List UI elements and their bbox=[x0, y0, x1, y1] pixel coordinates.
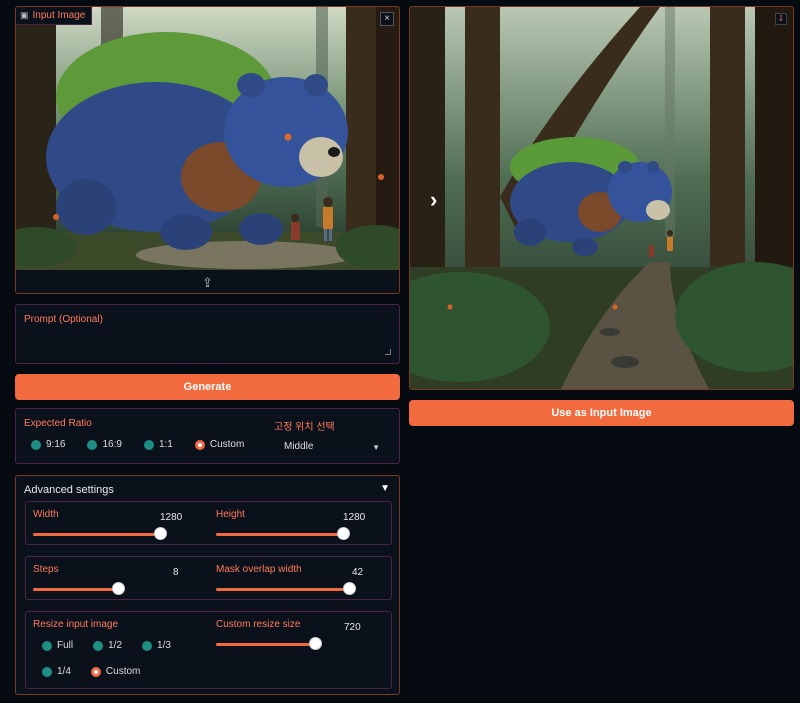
position-label: 고정 위치 선택 bbox=[274, 422, 335, 433]
width-label: Width bbox=[33, 509, 59, 520]
radio-icon bbox=[87, 439, 98, 450]
ratio-options: 9:16 16:9 1:1 Custom bbox=[31, 439, 244, 450]
prompt-input[interactable] bbox=[24, 329, 387, 355]
resize-input-label: Resize input image bbox=[33, 619, 119, 630]
custom-resize-label: Custom resize size bbox=[216, 619, 301, 630]
input-image-panel[interactable]: ▣ Input Image × ⇪ bbox=[15, 6, 400, 294]
chevron-down-icon: ▼ bbox=[372, 443, 380, 452]
prompt-panel[interactable]: Prompt (Optional) bbox=[15, 304, 400, 364]
steps-value: 8 bbox=[173, 567, 179, 578]
steps-label: Steps bbox=[33, 564, 59, 575]
position-select[interactable]: Middle ▼ bbox=[274, 437, 384, 455]
custom-resize-slider[interactable] bbox=[216, 643, 316, 646]
height-label: Height bbox=[216, 509, 245, 520]
upload-icon: ⇪ bbox=[202, 274, 213, 290]
advanced-settings-panel: Advanced settings ▼ Width 1280 Height 12… bbox=[15, 475, 400, 695]
resize-option-third[interactable]: 1/3 bbox=[142, 640, 171, 651]
radio-icon bbox=[143, 439, 154, 450]
width-slider[interactable] bbox=[33, 533, 163, 536]
use-as-input-button[interactable]: Use as Input Image bbox=[409, 400, 794, 426]
ratio-option-9-16[interactable]: 9:16 bbox=[31, 439, 65, 450]
ratio-label: Expected Ratio bbox=[24, 418, 92, 429]
radio-icon bbox=[42, 640, 52, 651]
resize-handle[interactable] bbox=[385, 349, 391, 355]
steps-group: Steps 8 Mask overlap width 42 bbox=[25, 556, 392, 600]
mask-overlap-label: Mask overlap width bbox=[216, 564, 302, 575]
size-group: Width 1280 Height 1280 bbox=[25, 501, 392, 545]
resize-option-full[interactable]: Full bbox=[42, 640, 73, 651]
collapse-triangle-icon[interactable]: ▼ bbox=[380, 483, 390, 494]
resize-group: Resize input image Full 1/2 1/3 1/4 Cust… bbox=[25, 611, 392, 689]
steps-slider-thumb[interactable] bbox=[111, 582, 125, 595]
output-image bbox=[410, 7, 793, 389]
ratio-option-1-1[interactable]: 1:1 bbox=[143, 439, 173, 450]
mask-overlap-slider-thumb[interactable] bbox=[343, 582, 357, 595]
input-image bbox=[16, 7, 399, 270]
upload-button[interactable]: ⇪ bbox=[16, 270, 399, 293]
custom-resize-value: 720 bbox=[344, 622, 361, 633]
height-value: 1280 bbox=[343, 512, 366, 523]
resize-option-custom[interactable]: Custom bbox=[90, 666, 140, 677]
ratio-option-custom[interactable]: Custom bbox=[194, 439, 244, 450]
ratio-option-16-9[interactable]: 16:9 bbox=[87, 439, 122, 450]
mask-overlap-slider[interactable] bbox=[216, 588, 352, 591]
resize-option-half[interactable]: 1/2 bbox=[93, 640, 122, 651]
resize-option-quarter[interactable]: 1/4 bbox=[42, 666, 71, 677]
radio-icon bbox=[42, 666, 52, 677]
output-image-panel: ⇩ › bbox=[409, 6, 794, 390]
steps-slider[interactable] bbox=[33, 588, 117, 591]
resize-options-row-2: 1/4 Custom bbox=[42, 666, 140, 677]
radio-icon bbox=[93, 640, 104, 651]
radio-icon bbox=[31, 439, 41, 450]
width-slider-thumb[interactable] bbox=[154, 527, 168, 540]
mask-overlap-value: 42 bbox=[352, 567, 364, 578]
ratio-panel: Expected Ratio 9:16 16:9 1:1 Custom 고정 위… bbox=[15, 408, 400, 464]
height-slider-thumb[interactable] bbox=[337, 527, 351, 540]
generate-button[interactable]: Generate bbox=[15, 374, 400, 400]
radio-selected-icon bbox=[194, 439, 205, 450]
custom-resize-slider-thumb[interactable] bbox=[309, 637, 323, 650]
radio-selected-icon bbox=[90, 666, 101, 677]
advanced-settings-title[interactable]: Advanced settings bbox=[24, 484, 114, 496]
image-icon: ▣ bbox=[20, 10, 29, 20]
close-icon[interactable]: × bbox=[380, 12, 394, 26]
chevron-right-icon[interactable]: › bbox=[430, 187, 437, 213]
download-icon[interactable]: ⇩ bbox=[775, 13, 787, 25]
prompt-label: Prompt (Optional) bbox=[24, 314, 103, 325]
position-select-value: Middle bbox=[284, 441, 314, 452]
radio-icon bbox=[142, 640, 153, 651]
input-image-label: ▣ Input Image bbox=[16, 7, 93, 25]
height-slider[interactable] bbox=[216, 533, 346, 536]
resize-options-row-1: Full 1/2 1/3 bbox=[42, 640, 171, 651]
width-value: 1280 bbox=[160, 512, 183, 523]
